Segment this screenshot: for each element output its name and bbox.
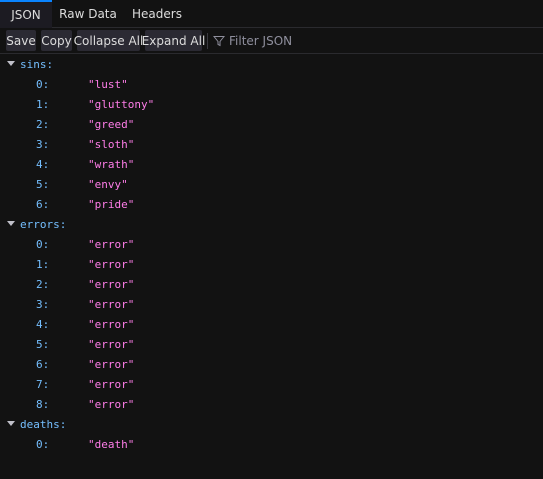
tree-row: 2: "error": [0, 274, 543, 294]
tree-row: 4: "error": [0, 314, 543, 334]
tree-value: "error": [88, 278, 135, 291]
tree-row: 5: "envy": [0, 174, 543, 194]
tree-index: 4:: [36, 158, 50, 171]
tree-value: "envy": [88, 178, 128, 191]
tree-row-sins[interactable]: sins:: [0, 54, 543, 74]
tree-index: 8:: [36, 398, 50, 411]
tree-key: deaths:: [20, 418, 67, 431]
tree-row: 7: "error": [0, 374, 543, 394]
tree-index: 0:: [36, 78, 50, 91]
tree-index: 5:: [36, 338, 50, 351]
tree-index: 7:: [36, 378, 50, 391]
tree-index: 3:: [36, 298, 50, 311]
tree-row: 3: "sloth": [0, 134, 543, 154]
copy-button[interactable]: Copy: [41, 30, 72, 51]
tree-value: "error": [88, 238, 135, 251]
filter-icon: [213, 35, 225, 47]
tree-value: "error": [88, 378, 135, 391]
tree-index: 0:: [36, 438, 50, 451]
tab-headers[interactable]: Headers: [124, 0, 190, 28]
tree-row: 1: "error": [0, 254, 543, 274]
tree-value: "gluttony": [88, 98, 155, 111]
tree-index: 6:: [36, 198, 50, 211]
tree-index: 5:: [36, 178, 50, 191]
tree-value: "error": [88, 338, 135, 351]
expand-toggle-icon[interactable]: [7, 421, 15, 426]
tree-row: 3: "error": [0, 294, 543, 314]
tree-row: 5: "error": [0, 334, 543, 354]
tree-index: 4:: [36, 318, 50, 331]
tree-row: 6: "error": [0, 354, 543, 374]
tree-value: "greed": [88, 118, 135, 131]
toolbar-divider: [207, 33, 208, 49]
tree-value: "error": [88, 358, 135, 371]
tree-row: 4: "wrath": [0, 154, 543, 174]
filter-box[interactable]: [213, 30, 413, 51]
tree-row-errors[interactable]: errors:: [0, 214, 543, 234]
tree-index: 2:: [36, 118, 50, 131]
toolbar: Save Copy Collapse All Expand All: [0, 28, 543, 54]
tree-row: 0: "death": [0, 434, 543, 454]
tree-value: "wrath": [88, 158, 135, 171]
tree-value: "pride": [88, 198, 135, 211]
tree-value: "sloth": [88, 138, 135, 151]
collapse-all-button[interactable]: Collapse All: [74, 30, 143, 51]
tab-bar: JSON Raw Data Headers: [0, 0, 543, 28]
tree-row: 6: "pride": [0, 194, 543, 214]
tree-row-deaths[interactable]: deaths:: [0, 414, 543, 434]
tree-value: "error": [88, 318, 135, 331]
tab-json[interactable]: JSON: [0, 0, 52, 28]
tree-value: "death": [88, 438, 135, 451]
tree-index: 3:: [36, 138, 50, 151]
expand-all-button[interactable]: Expand All: [142, 30, 205, 51]
tree-row: 1: "gluttony": [0, 94, 543, 114]
tree-index: 1:: [36, 258, 50, 271]
json-tree: sins: 0: "lust" 1: "gluttony" 2: "greed"…: [0, 54, 543, 479]
tab-raw-data[interactable]: Raw Data: [52, 0, 124, 28]
tree-row: 0: "error": [0, 234, 543, 254]
tree-key: errors:: [20, 218, 67, 231]
tree-index: 6:: [36, 358, 50, 371]
tree-row: 8: "error": [0, 394, 543, 414]
filter-input[interactable]: [229, 33, 409, 48]
tree-value: "error": [88, 298, 135, 311]
tree-value: "lust": [88, 78, 128, 91]
tree-value: "error": [88, 398, 135, 411]
tree-key: sins:: [20, 58, 54, 71]
tree-index: 1:: [36, 98, 50, 111]
tree-index: 2:: [36, 278, 50, 291]
save-button[interactable]: Save: [6, 30, 36, 51]
expand-toggle-icon[interactable]: [7, 61, 15, 66]
tree-row: 0: "lust": [0, 74, 543, 94]
tree-value: "error": [88, 258, 135, 271]
expand-toggle-icon[interactable]: [7, 221, 15, 226]
tree-row: 2: "greed": [0, 114, 543, 134]
tree-index: 0:: [36, 238, 50, 251]
